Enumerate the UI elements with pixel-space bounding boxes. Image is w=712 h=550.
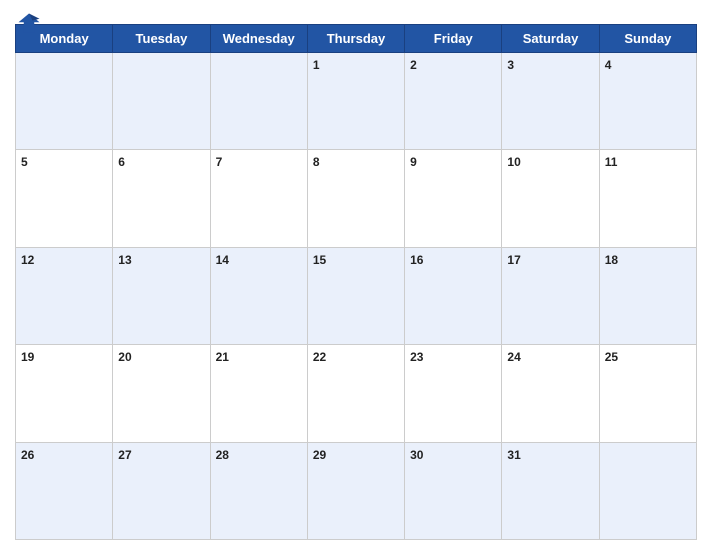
- calendar-day-19: 19: [16, 345, 113, 442]
- calendar-day-13: 13: [113, 247, 210, 344]
- weekday-header-saturday: Saturday: [502, 25, 599, 53]
- day-number: 20: [118, 350, 131, 364]
- calendar-day-5: 5: [16, 150, 113, 247]
- calendar-day-27: 27: [113, 442, 210, 539]
- day-number: 12: [21, 253, 34, 267]
- calendar-day-6: 6: [113, 150, 210, 247]
- calendar-day-2: 2: [405, 53, 502, 150]
- calendar-day-1: 1: [307, 53, 404, 150]
- logo-bird-icon: [15, 10, 43, 38]
- calendar-day-3: 3: [502, 53, 599, 150]
- calendar-day-14: 14: [210, 247, 307, 344]
- calendar-day-20: 20: [113, 345, 210, 442]
- calendar-day-31: 31: [502, 442, 599, 539]
- day-number: 11: [605, 155, 618, 169]
- calendar-empty-cell: [16, 53, 113, 150]
- calendar-empty-cell: [210, 53, 307, 150]
- day-number: 30: [410, 448, 423, 462]
- day-number: 3: [507, 58, 514, 72]
- day-number: 26: [21, 448, 34, 462]
- calendar-table: MondayTuesdayWednesdayThursdayFridaySatu…: [15, 24, 697, 540]
- day-number: 10: [507, 155, 520, 169]
- calendar-week-1: 1 2 3 4: [16, 53, 697, 150]
- day-number: 13: [118, 253, 131, 267]
- day-number: 24: [507, 350, 520, 364]
- day-number: 7: [216, 155, 223, 169]
- calendar-day-21: 21: [210, 345, 307, 442]
- calendar-day-18: 18: [599, 247, 696, 344]
- calendar-body: 1234567891011121314151617181920212223242…: [16, 53, 697, 540]
- calendar-day-9: 9: [405, 150, 502, 247]
- weekday-header-sunday: Sunday: [599, 25, 696, 53]
- day-number: 9: [410, 155, 417, 169]
- day-number: 4: [605, 58, 612, 72]
- day-number: 29: [313, 448, 326, 462]
- calendar-day-23: 23: [405, 345, 502, 442]
- calendar-day-15: 15: [307, 247, 404, 344]
- calendar-day-12: 12: [16, 247, 113, 344]
- weekday-row: MondayTuesdayWednesdayThursdayFridaySatu…: [16, 25, 697, 53]
- calendar-empty-cell: [113, 53, 210, 150]
- day-number: 14: [216, 253, 229, 267]
- day-number: 19: [21, 350, 34, 364]
- calendar-day-7: 7: [210, 150, 307, 247]
- calendar-day-8: 8: [307, 150, 404, 247]
- calendar-day-29: 29: [307, 442, 404, 539]
- day-number: 22: [313, 350, 326, 364]
- calendar-day-26: 26: [16, 442, 113, 539]
- day-number: 31: [507, 448, 520, 462]
- weekday-header-tuesday: Tuesday: [113, 25, 210, 53]
- calendar-week-4: 19 20 21 22 23 24 25: [16, 345, 697, 442]
- day-number: 8: [313, 155, 320, 169]
- calendar-day-16: 16: [405, 247, 502, 344]
- day-number: 27: [118, 448, 131, 462]
- day-number: 5: [21, 155, 28, 169]
- calendar-day-25: 25: [599, 345, 696, 442]
- weekday-header-thursday: Thursday: [307, 25, 404, 53]
- day-number: 6: [118, 155, 125, 169]
- calendar-day-17: 17: [502, 247, 599, 344]
- day-number: 2: [410, 58, 417, 72]
- weekday-header-friday: Friday: [405, 25, 502, 53]
- calendar-header-row: MondayTuesdayWednesdayThursdayFridaySatu…: [16, 25, 697, 53]
- calendar-day-4: 4: [599, 53, 696, 150]
- calendar-day-11: 11: [599, 150, 696, 247]
- day-number: 18: [605, 253, 618, 267]
- calendar-week-3: 12 13 14 15 16 17 18: [16, 247, 697, 344]
- weekday-header-wednesday: Wednesday: [210, 25, 307, 53]
- day-number: 15: [313, 253, 326, 267]
- calendar-empty-cell: [599, 442, 696, 539]
- day-number: 28: [216, 448, 229, 462]
- day-number: 21: [216, 350, 229, 364]
- calendar-day-30: 30: [405, 442, 502, 539]
- day-number: 16: [410, 253, 423, 267]
- calendar-header: [15, 10, 697, 18]
- day-number: 25: [605, 350, 618, 364]
- day-number: 23: [410, 350, 423, 364]
- logo: [15, 10, 46, 38]
- day-number: 17: [507, 253, 520, 267]
- calendar-day-24: 24: [502, 345, 599, 442]
- calendar-day-22: 22: [307, 345, 404, 442]
- calendar-day-28: 28: [210, 442, 307, 539]
- calendar-day-10: 10: [502, 150, 599, 247]
- calendar-week-5: 26 27 28 29 30 31: [16, 442, 697, 539]
- day-number: 1: [313, 58, 320, 72]
- calendar-week-2: 5 6 7 8 9 10 11: [16, 150, 697, 247]
